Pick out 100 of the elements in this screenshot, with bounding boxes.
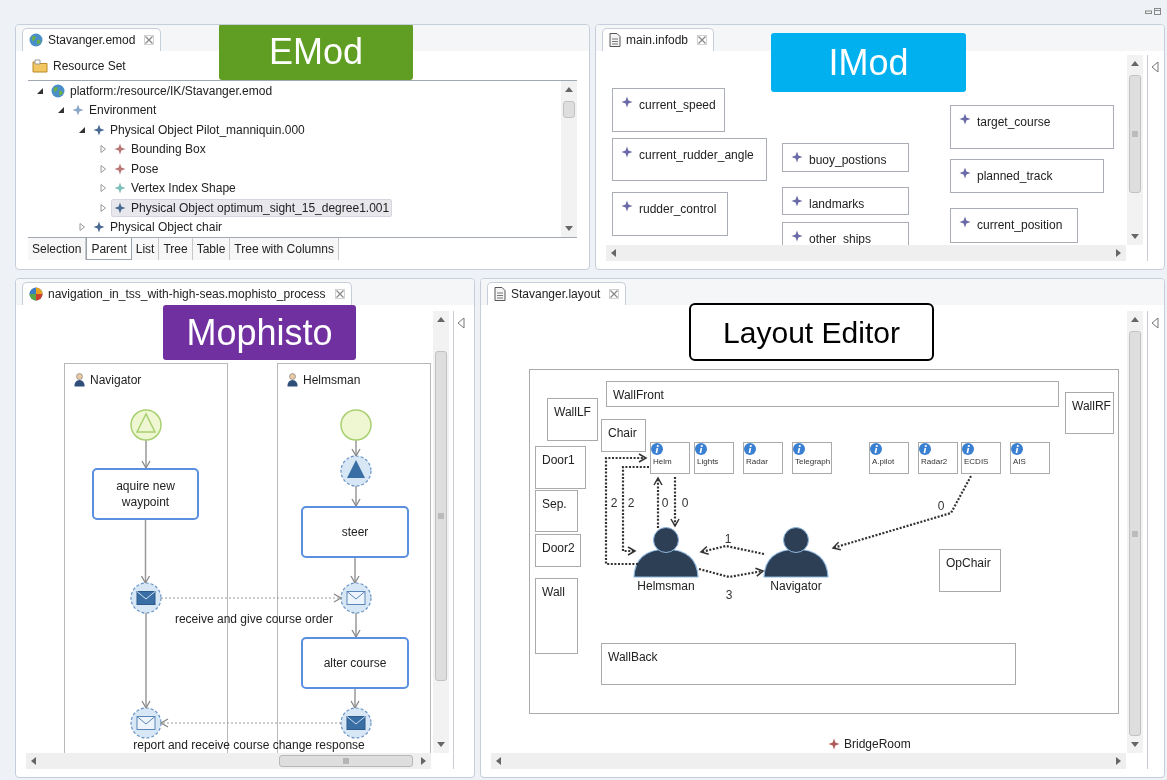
- task-node[interactable]: alter course: [301, 637, 409, 689]
- scroll-down-arrow-icon: [1131, 742, 1139, 747]
- info-node[interactable]: other_ships: [782, 222, 909, 245]
- layout-node[interactable]: WallRF: [1065, 392, 1114, 434]
- message-event: [340, 707, 372, 739]
- vertical-scrollbar[interactable]: [433, 311, 449, 753]
- signal-event: [340, 455, 372, 487]
- layout-node[interactable]: Door2: [535, 534, 581, 567]
- device-node[interactable]: A.pilot: [869, 442, 909, 474]
- device-node[interactable]: Radar2: [918, 442, 958, 474]
- scrollbar-thumb[interactable]: [563, 101, 575, 118]
- info-node[interactable]: rudder_control: [612, 192, 728, 236]
- close-icon: [697, 35, 708, 45]
- device-node[interactable]: AIS: [1010, 442, 1050, 474]
- expanded-arrow-icon[interactable]: [57, 106, 65, 115]
- info-node[interactable]: current_speed: [612, 88, 725, 132]
- view-tab[interactable]: List: [131, 238, 160, 260]
- person-silhouette[interactable]: [633, 527, 699, 578]
- info-icon: [651, 443, 663, 455]
- device-node[interactable]: Helm: [650, 442, 690, 474]
- task-node[interactable]: steer: [301, 506, 409, 558]
- editor-tab[interactable]: main.infodb: [602, 28, 715, 51]
- layout-node[interactable]: WallFront: [606, 381, 1059, 407]
- tree-item[interactable]: Physical Object chair: [90, 218, 226, 237]
- tree-item[interactable]: Physical Object Pilot_manniquin.000: [90, 120, 308, 139]
- scrollbar-thumb[interactable]: [435, 351, 447, 681]
- vertical-scrollbar[interactable]: [1127, 55, 1143, 245]
- layout-node[interactable]: Chair: [601, 419, 646, 452]
- horizontal-scrollbar[interactable]: [491, 753, 1126, 769]
- collapsed-arrow-icon[interactable]: [99, 203, 107, 212]
- scrollbar-thumb[interactable]: [1129, 75, 1141, 193]
- tree-item[interactable]: Physical Object optimum_sight_15_degree1.001: [111, 198, 393, 217]
- scrollbar-thumb[interactable]: [279, 755, 413, 767]
- collapsed-arrow-icon[interactable]: [78, 223, 86, 232]
- info-icon: [695, 443, 707, 455]
- layout-node[interactable]: WallBack: [601, 643, 1016, 685]
- device-node[interactable]: ECDIS: [961, 442, 1001, 474]
- task-node[interactable]: aquire new waypoint: [92, 468, 199, 520]
- horizontal-scrollbar[interactable]: [26, 753, 431, 769]
- sequence-flow: [351, 485, 361, 507]
- collapsed-arrow-icon[interactable]: [99, 184, 107, 193]
- vertical-scrollbar[interactable]: [1127, 311, 1143, 753]
- view-tab[interactable]: Parent: [86, 238, 132, 260]
- scroll-left-arrow-icon: [496, 757, 501, 765]
- editor-tab[interactable]: navigation_in_tss_with-high-seas.mophisto_process: [22, 282, 352, 305]
- tree-item[interactable]: Environment: [69, 101, 160, 120]
- device-node[interactable]: Telegraph: [792, 442, 832, 474]
- layout-node[interactable]: WallLF: [547, 398, 598, 441]
- horizontal-scrollbar[interactable]: [606, 245, 1126, 261]
- connection-label: 3: [725, 588, 733, 602]
- four-point-star-icon: [959, 216, 971, 228]
- info-icon: [919, 443, 931, 455]
- info-node[interactable]: current_position: [950, 208, 1078, 243]
- four-point-star-icon: [959, 167, 971, 179]
- scroll-right-arrow-icon: [1116, 757, 1121, 765]
- four-point-star-icon: [621, 146, 633, 158]
- info-node[interactable]: buoy_postions: [782, 143, 909, 172]
- device-node[interactable]: Radar: [743, 442, 783, 474]
- vertical-scrollbar[interactable]: [561, 81, 577, 237]
- info-node[interactable]: target_course: [950, 105, 1114, 149]
- collapsed-arrow-icon[interactable]: [99, 164, 107, 173]
- scroll-down-arrow-icon: [437, 742, 445, 747]
- globe-icon: [29, 33, 43, 47]
- device-node[interactable]: Lights: [694, 442, 734, 474]
- four-point-star-icon: [93, 123, 105, 136]
- person-silhouette[interactable]: [763, 527, 829, 578]
- sequence-flow: [350, 688, 360, 709]
- info-node[interactable]: current_rudder_angle: [612, 138, 767, 181]
- layout-node[interactable]: Sep.: [535, 490, 578, 532]
- editor-tab[interactable]: Stavanger.emod: [22, 28, 162, 51]
- message-event: [340, 582, 372, 614]
- view-tab[interactable]: Tree with Columns: [230, 238, 339, 260]
- info-node[interactable]: landmarks: [782, 187, 909, 215]
- tree-item[interactable]: platform:/resource/IK/Stavanger.emod: [48, 81, 276, 100]
- tree-item[interactable]: Vertex Index Shape: [111, 179, 239, 198]
- view-tab[interactable]: Selection: [28, 238, 87, 260]
- tree-item[interactable]: Bounding Box: [111, 140, 209, 159]
- connection-label: 2: [610, 496, 618, 510]
- four-point-star-icon: [791, 230, 803, 242]
- info-node[interactable]: planned_track: [950, 159, 1104, 193]
- info-icon: [870, 443, 882, 455]
- four-point-star-icon: [114, 143, 126, 156]
- editor-tab[interactable]: Stavanger.layout: [487, 282, 627, 305]
- collapsed-arrow-icon[interactable]: [99, 145, 107, 154]
- expanded-arrow-icon[interactable]: [78, 125, 86, 134]
- view-tab[interactable]: Table: [192, 238, 231, 260]
- tree-item[interactable]: Pose: [111, 159, 162, 178]
- dotted-arrow: [653, 477, 663, 528]
- scroll-down-arrow-icon: [1131, 234, 1139, 239]
- layout-node[interactable]: OpChair: [939, 549, 1001, 592]
- scroll-up-arrow-icon: [565, 87, 573, 92]
- view-tab[interactable]: Tree: [159, 238, 193, 260]
- layout-node[interactable]: Door1: [535, 446, 586, 489]
- tree-item[interactable]: Resource Set: [32, 56, 126, 75]
- editor-label-badge: Mophisto: [163, 305, 356, 360]
- layout-node[interactable]: Wall: [535, 578, 578, 654]
- four-point-star-icon: [114, 162, 126, 175]
- dotted-arrow: [698, 567, 764, 579]
- scrollbar-thumb[interactable]: [1129, 331, 1141, 736]
- expanded-arrow-icon[interactable]: [36, 86, 44, 95]
